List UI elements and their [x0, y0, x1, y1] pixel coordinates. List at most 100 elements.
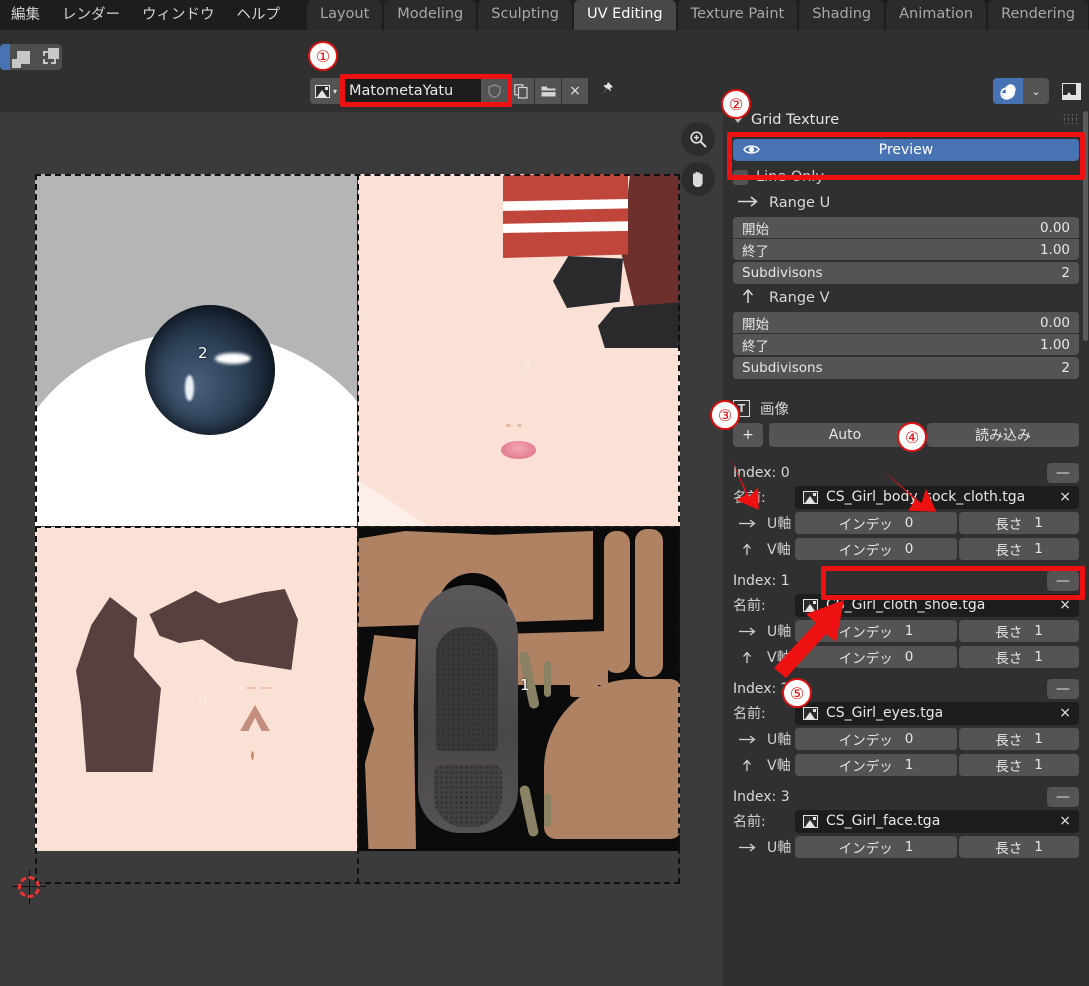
tab-layout[interactable]: Layout — [307, 0, 383, 30]
image-datablock-selector: ▾ MatometaYatu × — [310, 78, 615, 104]
uv-island-select-icon[interactable] — [36, 44, 62, 70]
line-only-checkbox[interactable] — [733, 169, 748, 185]
pin-icon[interactable] — [597, 80, 615, 102]
line-only-label: Line Only — [756, 169, 825, 185]
range-u-start-field[interactable]: 開始 0.00 — [733, 217, 1079, 238]
range-v-start-label: 開始 — [742, 316, 769, 333]
arrow-right-icon — [739, 626, 756, 636]
image-entry-3-u-length-field[interactable]: 長さ 1 — [959, 836, 1079, 858]
uv-face-select-icon[interactable] — [10, 44, 36, 70]
image-entry-1-v-axis-label: V軸 — [733, 647, 795, 667]
menu-item-edit[interactable]: 編集 — [0, 0, 51, 30]
image-entry-0-v-length-field[interactable]: 長さ 1 — [959, 538, 1079, 560]
body-arrow-shape — [240, 705, 270, 731]
image-entry-2-name-field[interactable]: CS_Girl_eyes.tga × — [795, 701, 1079, 725]
grid-texture-sidebar: Grid Texture :::::::: Preview Line Only … — [723, 107, 1089, 986]
load-button[interactable]: 読み込み — [927, 423, 1079, 447]
hand-icon[interactable] — [681, 162, 715, 196]
range-u-subdivisions-field[interactable]: Subdivisons 2 — [733, 262, 1079, 284]
menu-item-window[interactable]: ウィンドウ — [131, 0, 226, 30]
image-entry-3-clear-icon[interactable]: × — [1059, 813, 1071, 829]
image-entry-0-v-index-field[interactable]: インデッ 0 — [795, 538, 957, 560]
image-entry-1-u-length-field[interactable]: 長さ 1 — [959, 620, 1079, 642]
uv-tile-body-sock-cloth — [35, 527, 357, 851]
image-entry-1-v-length-field[interactable]: 長さ 1 — [959, 646, 1079, 668]
v-length-value: 1 — [1034, 649, 1043, 665]
tab-uv-editing[interactable]: UV Editing — [573, 0, 676, 30]
arrow-up-icon — [737, 288, 759, 308]
tab-texture-paint[interactable]: Texture Paint — [677, 0, 798, 30]
preview-button[interactable]: Preview — [733, 139, 1079, 161]
open-image-folder-icon[interactable] — [535, 78, 562, 104]
tab-sculpting[interactable]: Sculpting — [478, 0, 572, 30]
sidebar-scrollbar[interactable] — [1083, 111, 1088, 341]
image-entry-0-u-index-field[interactable]: インデッ 0 — [795, 512, 957, 534]
tab-animation[interactable]: Animation — [886, 0, 987, 30]
image-entry-1-remove-button[interactable]: — — [1047, 571, 1079, 591]
uv-tile-label-0: 0 — [198, 692, 208, 710]
top-menu-bar: 編集 レンダー ウィンドウ ヘルプ Layout Modeling Sculpt… — [0, 0, 1089, 30]
tab-shading[interactable]: Shading — [799, 0, 885, 30]
image-entry-2-u-index-field[interactable]: インデッ 0 — [795, 728, 957, 750]
image-entry-2-clear-icon[interactable]: × — [1059, 705, 1071, 721]
v-index-label: インデッ — [838, 759, 893, 775]
image-editor-type-icon[interactable] — [1057, 78, 1085, 104]
new-image-copy-icon[interactable] — [508, 78, 535, 104]
image-entry-0-remove-button[interactable]: — — [1047, 463, 1079, 483]
image-entry-1-v-index-field[interactable]: インデッ 0 — [795, 646, 957, 668]
shoe-heel-tread — [434, 765, 502, 827]
image-entry-0-clear-icon[interactable]: × — [1059, 489, 1071, 505]
image-entry-3-name-field[interactable]: CS_Girl_face.tga × — [795, 809, 1079, 833]
image-entry-0-name-field[interactable]: CS_Girl_body_sock_cloth.tga × — [795, 485, 1079, 509]
uv-vertex-select-icon[interactable] — [0, 44, 10, 70]
range-v-start-field[interactable]: 開始 0.00 — [733, 312, 1079, 333]
u-length-value: 1 — [1034, 839, 1043, 855]
image-entry-3-remove-button[interactable]: — — [1047, 787, 1079, 807]
image-entry-2-u-length-field[interactable]: 長さ 1 — [959, 728, 1079, 750]
u-index-value: 0 — [904, 515, 914, 531]
image-entry-0: Index: 0 — 名前: CS_Girl_body_sock_cloth.t… — [733, 461, 1079, 561]
image-entry-0-u-length-field[interactable]: 長さ 1 — [959, 512, 1079, 534]
image-entry-2-v-index-field[interactable]: インデッ 1 — [795, 754, 957, 776]
image-entry-3-u-axis-row: U軸 インデッ 1 長さ 1 — [733, 835, 1079, 859]
workspace-tabs: Layout Modeling Sculpting UV Editing Tex… — [307, 0, 1089, 30]
range-v-subdivisions-field[interactable]: Subdivisons 2 — [733, 357, 1079, 379]
uv-editor-canvas[interactable]: 2 3 0 1 — [0, 112, 723, 986]
arrow-right-icon — [739, 734, 756, 744]
body-hair-region-2 — [149, 589, 298, 670]
line-only-checkbox-row[interactable]: Line Only — [733, 165, 1079, 189]
image-entry-1-u-index-field[interactable]: インデッ 1 — [795, 620, 957, 642]
2d-cursor[interactable] — [12, 870, 46, 904]
image-entry-0-filename: CS_Girl_body_sock_cloth.tga — [826, 489, 1026, 505]
add-image-button[interactable]: + — [733, 423, 763, 447]
unlink-image-button[interactable]: × — [562, 78, 589, 104]
annotation-marker-4: ④ — [897, 422, 927, 452]
range-v-end-field[interactable]: 終了 1.00 — [733, 334, 1079, 355]
fake-user-shield-icon[interactable] — [481, 78, 508, 104]
image-entry-2-remove-button[interactable]: — — [1047, 679, 1079, 699]
zoom-icon[interactable] — [681, 122, 715, 156]
menu-item-help[interactable]: ヘルプ — [226, 0, 292, 30]
pivot-dropdown-chevron-down-icon[interactable]: ⌄ — [1023, 78, 1049, 104]
shoe-sole-tread — [436, 627, 498, 751]
drag-grip-icon[interactable]: :::::::: — [1063, 113, 1079, 127]
image-entry-1-clear-icon[interactable]: × — [1059, 597, 1071, 613]
image-entry-1-name-field[interactable]: CS_Girl_cloth_shoe.tga × — [795, 593, 1079, 617]
panel-header-grid-texture[interactable]: Grid Texture :::::::: — [723, 107, 1089, 133]
pivot-point-icon[interactable] — [993, 78, 1023, 104]
image-entry-2-v-length-field[interactable]: 長さ 1 — [959, 754, 1079, 776]
uv-grid-divider-vertical — [357, 174, 359, 884]
image-browse-button[interactable]: ▾ — [310, 78, 341, 104]
image-name-field[interactable]: MatometaYatu — [341, 78, 482, 104]
copy-icon — [514, 83, 528, 99]
tab-modeling[interactable]: Modeling — [384, 0, 477, 30]
body-dash-marks — [246, 687, 272, 689]
menu-item-render[interactable]: レンダー — [51, 0, 131, 30]
image-entry-3-u-index-field[interactable]: インデッ 1 — [795, 836, 957, 858]
cloth-piece-5 — [544, 679, 680, 839]
image-entry-1-name-label: 名前: — [733, 598, 766, 614]
tab-rendering[interactable]: Rendering — [988, 0, 1089, 30]
range-u-end-field[interactable]: 終了 1.00 — [733, 239, 1079, 260]
u-axis-text: U軸 — [767, 624, 792, 640]
secondary-toolbar — [0, 30, 1089, 70]
